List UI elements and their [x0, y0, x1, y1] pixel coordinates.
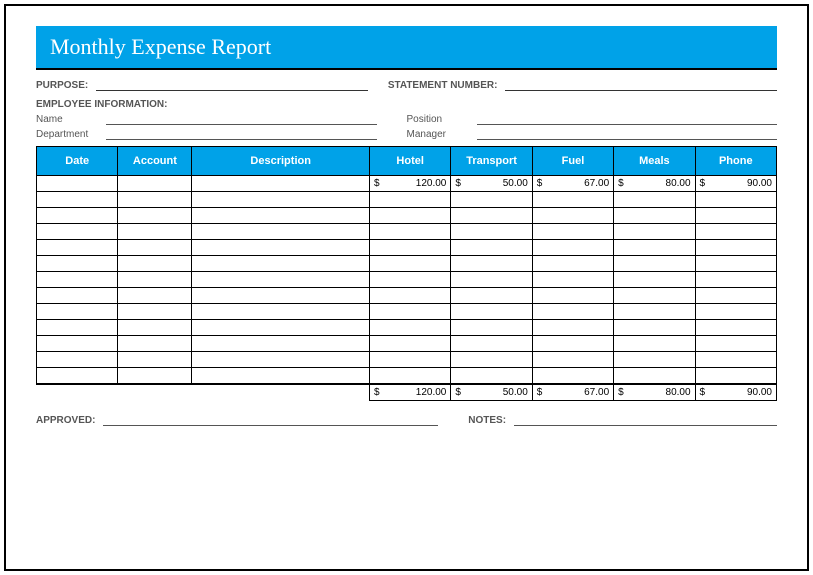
col-description: Description: [192, 147, 370, 176]
totals-row: $120.00 $50.00 $67.00 $80.00 $90.00: [37, 384, 777, 401]
table-row[interactable]: [37, 352, 777, 368]
total-meals: $80.00: [614, 384, 695, 401]
notes-input-line[interactable]: [514, 416, 777, 426]
currency-symbol: $: [455, 178, 461, 189]
cell-account[interactable]: [118, 176, 192, 192]
currency-symbol: $: [455, 387, 461, 398]
table-row[interactable]: [37, 288, 777, 304]
report-title: Monthly Expense Report: [36, 26, 777, 70]
statement-number-label: STATEMENT NUMBER:: [388, 80, 498, 91]
total-transport: $50.00: [451, 384, 532, 401]
table-row[interactable]: [37, 368, 777, 384]
table-row[interactable]: [37, 304, 777, 320]
manager-label: Manager: [407, 129, 477, 140]
approved-input-line[interactable]: [103, 416, 438, 426]
table-row[interactable]: [37, 224, 777, 240]
table-row[interactable]: [37, 336, 777, 352]
table-row[interactable]: $120.00 $50.00 $67.00 $80.00 $90.00: [37, 176, 777, 192]
table-row[interactable]: [37, 256, 777, 272]
total-hotel: $120.00: [369, 384, 450, 401]
cell-hotel-value: 120.00: [416, 178, 447, 189]
expense-table: Date Account Description Hotel Transport…: [36, 146, 777, 401]
employee-dept-row: Department Manager: [36, 129, 777, 140]
col-fuel: Fuel: [532, 147, 613, 176]
col-meals: Meals: [614, 147, 695, 176]
name-input-line[interactable]: [106, 115, 377, 125]
col-transport: Transport: [451, 147, 532, 176]
total-phone-value: 90.00: [747, 387, 772, 398]
col-phone: Phone: [695, 147, 776, 176]
currency-symbol: $: [618, 178, 624, 189]
cell-fuel[interactable]: $67.00: [532, 176, 613, 192]
department-input-line[interactable]: [106, 130, 377, 140]
currency-symbol: $: [700, 387, 706, 398]
cell-phone[interactable]: $90.00: [695, 176, 776, 192]
table-row[interactable]: [37, 240, 777, 256]
currency-symbol: $: [374, 178, 380, 189]
cell-description[interactable]: [192, 176, 370, 192]
table-row[interactable]: [37, 320, 777, 336]
total-hotel-value: 120.00: [416, 387, 447, 398]
cell-transport[interactable]: $50.00: [451, 176, 532, 192]
col-hotel: Hotel: [369, 147, 450, 176]
table-header-row: Date Account Description Hotel Transport…: [37, 147, 777, 176]
currency-symbol: $: [374, 387, 380, 398]
employee-name-row: Name Position: [36, 114, 777, 125]
employee-info-header: EMPLOYEE INFORMATION:: [36, 99, 777, 110]
table-row[interactable]: [37, 272, 777, 288]
purpose-row: PURPOSE: STATEMENT NUMBER:: [36, 80, 777, 91]
table-row[interactable]: [37, 192, 777, 208]
table-row[interactable]: [37, 208, 777, 224]
total-meals-value: 80.00: [666, 387, 691, 398]
cell-phone-value: 90.00: [747, 178, 772, 189]
cell-hotel[interactable]: $120.00: [369, 176, 450, 192]
position-input-line[interactable]: [477, 115, 778, 125]
document-frame: Monthly Expense Report PURPOSE: STATEMEN…: [4, 4, 809, 571]
notes-label: NOTES:: [468, 415, 506, 426]
cell-meals[interactable]: $80.00: [614, 176, 695, 192]
currency-symbol: $: [618, 387, 624, 398]
total-transport-value: 50.00: [503, 387, 528, 398]
col-account: Account: [118, 147, 192, 176]
total-phone: $90.00: [695, 384, 776, 401]
cell-date[interactable]: [37, 176, 118, 192]
currency-symbol: $: [537, 387, 543, 398]
purpose-label: PURPOSE:: [36, 80, 88, 91]
purpose-input-line[interactable]: [96, 81, 368, 91]
col-date: Date: [37, 147, 118, 176]
total-fuel: $67.00: [532, 384, 613, 401]
cell-meals-value: 80.00: [666, 178, 691, 189]
currency-symbol: $: [537, 178, 543, 189]
footer-row: APPROVED: NOTES:: [36, 415, 777, 426]
cell-transport-value: 50.00: [503, 178, 528, 189]
position-label: Position: [407, 114, 477, 125]
cell-fuel-value: 67.00: [584, 178, 609, 189]
name-label: Name: [36, 114, 106, 125]
totals-spacer: [37, 384, 370, 401]
statement-number-input-line[interactable]: [505, 81, 777, 91]
approved-label: APPROVED:: [36, 415, 95, 426]
total-fuel-value: 67.00: [584, 387, 609, 398]
department-label: Department: [36, 129, 106, 140]
manager-input-line[interactable]: [477, 130, 778, 140]
currency-symbol: $: [700, 178, 706, 189]
